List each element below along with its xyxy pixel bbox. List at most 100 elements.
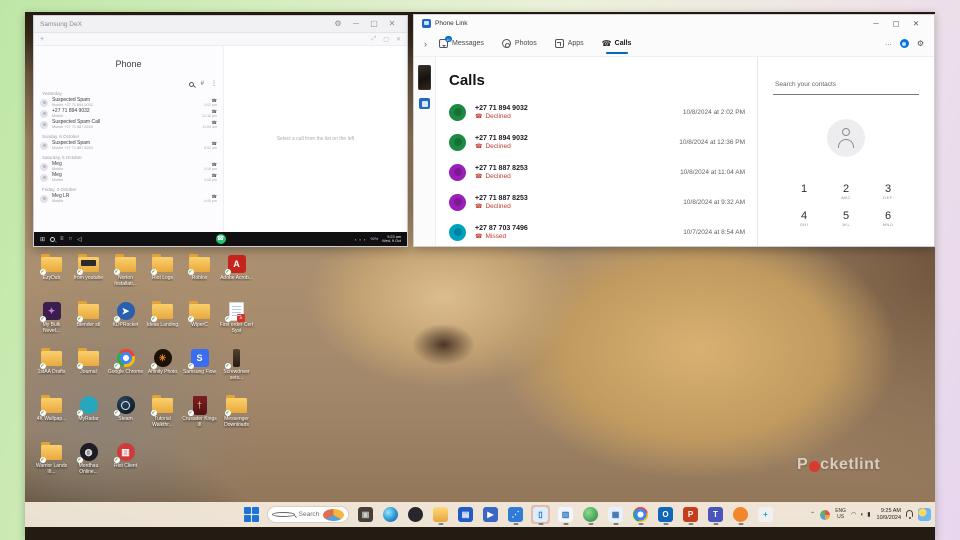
tab-apps[interactable]: Apps <box>555 33 584 54</box>
dex-call-row[interactable]: Suspected SpamMobile +27 71 887 8253☎9:3… <box>40 140 217 151</box>
desktop-icon[interactable]: ✓4K Wallpap... <box>33 393 70 440</box>
dialpad-key-4[interactable]: 4GHI <box>783 210 825 227</box>
phone-status-badge[interactable] <box>900 39 909 48</box>
dex-clock[interactable]: 9:23 am Wed, 9 Oct <box>382 235 401 244</box>
desktop-icon[interactable]: ✓EzyDub <box>33 252 70 299</box>
dialpad-key-2[interactable]: 2ABC <box>825 183 867 200</box>
call-history-row[interactable]: +27 71 887 8253☎Declined10/8/2024 at 9:3… <box>449 187 757 217</box>
taskbar-outlook[interactable]: O <box>656 505 675 524</box>
phone-link-close-button[interactable]: ✕ <box>906 19 926 28</box>
desktop-icon[interactable]: S✓Samsung Flow <box>181 346 218 393</box>
call-history-row[interactable]: +27 71 894 9032☎Declined10/8/2024 at 2:0… <box>449 97 757 127</box>
dex-app-maximize-icon[interactable]: ▢ <box>383 36 389 43</box>
desktop-icon[interactable]: ✓Messenger Downloads <box>218 393 255 440</box>
dex-call-row[interactable]: MegMobile☎1:05 pm <box>40 172 217 183</box>
taskbar-game-launcher[interactable]: + <box>756 505 775 524</box>
taskbar-task-view[interactable]: ▣ <box>356 505 375 524</box>
taskbar-chrome[interactable] <box>631 505 650 524</box>
dialpad-key-3[interactable]: 3DEF <box>867 183 909 200</box>
dialpad-key-5[interactable]: 5JKL <box>825 210 867 227</box>
taskbar-search-box[interactable]: Search <box>267 506 349 523</box>
desktop-icon[interactable]: ✓Warrior Lands III... <box>33 440 70 487</box>
dex-phone-taskbar-icon[interactable]: ☎ <box>216 234 226 244</box>
dex-call-row[interactable]: Meg LRMobile☎4:40 pm <box>40 193 217 204</box>
desktop-icon[interactable]: †✓Crusader Kings III <box>181 393 218 440</box>
taskbar-stats-app[interactable]: ▥ <box>556 505 575 524</box>
settings-gear-icon[interactable]: ⚙ <box>917 39 924 48</box>
dex-call-row[interactable]: +27 71 894 9032Mobile☎12:36 pm <box>40 108 217 119</box>
start-button[interactable] <box>243 506 260 523</box>
desktop-icon[interactable]: ✓Ideas Landing <box>144 299 181 346</box>
taskbar-teams[interactable]: T <box>706 505 725 524</box>
tray-overflow-chevron[interactable]: ⌃ <box>810 511 815 518</box>
taskbar-file-explorer[interactable] <box>431 505 450 524</box>
dex-close-button[interactable]: ✕ <box>383 16 401 32</box>
dex-call-row[interactable]: MegMobile☎3:18 pm <box>40 161 217 172</box>
dex-more-icon[interactable]: ⋮ <box>211 81 217 87</box>
desktop-icon[interactable]: ✓Roblox <box>181 252 218 299</box>
dex-back-icon[interactable]: ◁ <box>77 236 82 243</box>
taskbar-edge[interactable] <box>381 505 400 524</box>
desktop-icon[interactable]: ✓Norton Installati... <box>107 252 144 299</box>
desktop-icon[interactable]: A✓Adobe Acrob... <box>218 252 255 299</box>
taskbar-dark-app[interactable] <box>406 505 425 524</box>
search-contacts-input[interactable]: Search your contacts <box>773 70 919 95</box>
dex-minimize-button[interactable]: ─ <box>347 16 365 32</box>
desktop-icon[interactable]: ✓WiperC <box>181 299 218 346</box>
taskbar-green-app[interactable] <box>581 505 600 524</box>
language-indicator[interactable]: ENG US <box>835 509 846 520</box>
tab-messages[interactable]: 10 Messages <box>439 33 484 54</box>
desktop-icon[interactable]: ✓Journal <box>70 346 107 393</box>
dex-home-icon[interactable]: ○ <box>69 236 73 242</box>
tab-photos[interactable]: Photos <box>502 33 537 54</box>
desktop-icon[interactable]: ✓1stAA Drafts <box>33 346 70 393</box>
dex-search-icon[interactable] <box>189 82 194 87</box>
dex-settings-icon[interactable]: ⚙ <box>329 16 347 32</box>
desktop-icon[interactable]: ✓Steam <box>107 393 144 440</box>
taskbar-orange-app[interactable] <box>731 505 750 524</box>
desktop-icon[interactable]: ➤✓KDPRocket <box>107 299 144 346</box>
dialpad-key-6[interactable]: 6MNO <box>867 210 909 227</box>
dialpad-key-1[interactable]: 1 <box>783 183 825 200</box>
call-history-row[interactable]: +27 71 894 9032☎Declined10/8/2024 at 12:… <box>449 127 757 157</box>
notifications-bell-icon[interactable] <box>906 510 913 517</box>
desktop-icon[interactable]: ✦✓My Bulk Novel... <box>33 299 70 346</box>
desktop-icon[interactable]: ✓Blender stl <box>70 299 107 346</box>
desktop-icon[interactable]: ✓MyRadar <box>70 393 107 440</box>
phone-screen-thumbnail[interactable] <box>418 65 431 90</box>
tab-calls[interactable]: ☎ Calls <box>602 33 632 54</box>
phone-link-maximize-button[interactable]: ▢ <box>886 19 906 28</box>
dex-call-row[interactable]: Suspected SpamMobile +27 71 894 9032☎2:0… <box>40 97 217 108</box>
desktop-icon[interactable]: ✳✓Affinity Photo <box>144 346 181 393</box>
dex-keypad-icon[interactable]: # <box>201 81 204 87</box>
taskbar-code-app[interactable]: ⋰ <box>506 505 525 524</box>
taskbar-store[interactable]: ▤ <box>456 505 475 524</box>
dex-recents-icon[interactable]: ≡ <box>60 236 64 242</box>
network-volume-battery-icons[interactable]: ◠ ◖ ▮ <box>851 511 872 518</box>
dex-new-tab-button[interactable]: + <box>40 36 364 43</box>
clock[interactable]: 9:25 AM 10/9/2024 <box>877 508 901 521</box>
rail-app-icon[interactable] <box>419 98 430 109</box>
taskbar-phone-link[interactable]: ▯ <box>531 505 550 524</box>
taskbar-movies[interactable]: ▶ <box>481 505 500 524</box>
dex-app-close-icon[interactable]: ✕ <box>396 36 401 43</box>
desktop-icon[interactable]: ✓Screwdriver sets... <box>218 346 255 393</box>
phone-link-minimize-button[interactable]: ─ <box>866 19 886 28</box>
desktop-icon[interactable]: ◍✓Mordhau Online... <box>70 440 107 487</box>
collapse-sidebar-chevron[interactable]: › <box>424 39 427 49</box>
overflow-menu-icon[interactable]: … <box>885 40 892 47</box>
dex-maximize-button[interactable]: ▢ <box>365 16 383 32</box>
desktop-icon[interactable]: ✓Riot Logs <box>144 252 181 299</box>
desktop-icon[interactable]: A✓First order Cert Syst <box>218 299 255 346</box>
desktop-icon[interactable]: ✓from youtube <box>70 252 107 299</box>
weather-widget-icon[interactable] <box>918 508 931 521</box>
dex-apps-icon[interactable]: ⊞ <box>40 236 45 243</box>
call-history-row[interactable]: +27 71 887 8253☎Declined10/8/2024 at 11:… <box>449 157 757 187</box>
desktop-icon[interactable]: ✓Google Chrome <box>107 346 144 393</box>
dex-call-row[interactable]: Suspected Spam CallMobile +27 71 887 825… <box>40 119 217 130</box>
desktop-icon[interactable]: ▥✓Riot Client <box>107 440 144 487</box>
taskbar-powerpoint[interactable]: P <box>681 505 700 524</box>
desktop-icon[interactable]: ✓Tutorial Walkthr... <box>144 393 181 440</box>
tray-sync-icon[interactable] <box>820 510 830 520</box>
dex-search-taskbar-icon[interactable] <box>50 237 55 242</box>
